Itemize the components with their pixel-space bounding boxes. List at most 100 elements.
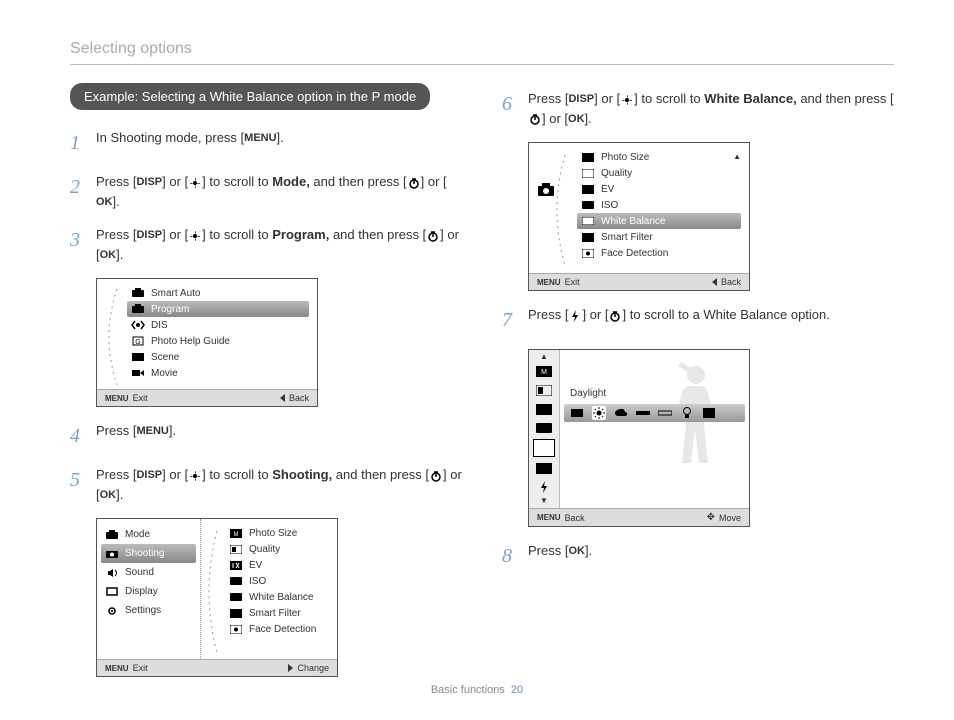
help-icon: G xyxy=(131,335,145,347)
photo-size-icon xyxy=(581,151,595,163)
step-2: 2 Press [DISP] or [] to scroll to Mode, … xyxy=(70,172,462,211)
quality-icon xyxy=(534,382,554,398)
list-item: White Balance xyxy=(249,592,313,603)
flower-icon xyxy=(620,94,634,106)
ok-button-label: OK xyxy=(96,194,113,211)
left-arrow-icon xyxy=(280,394,285,402)
timer-icon xyxy=(429,470,443,482)
ev-icon xyxy=(534,401,554,417)
page-footer: Basic functions 20 xyxy=(0,684,954,696)
menu-button-label: MENU xyxy=(244,130,276,147)
awb-icon xyxy=(570,406,584,420)
step-number: 5 xyxy=(70,465,96,504)
list-item: Quality xyxy=(249,544,280,555)
menu-label: MENU xyxy=(105,664,129,673)
step-number: 8 xyxy=(502,541,528,571)
list-item: EV xyxy=(249,560,262,571)
iso-icon xyxy=(581,199,595,211)
flash-off-icon xyxy=(534,479,554,495)
smart-filter-icon xyxy=(581,231,595,243)
smart-auto-icon xyxy=(131,287,145,299)
list-item: Quality xyxy=(601,168,632,179)
movie-icon xyxy=(131,367,145,379)
flower-icon xyxy=(188,177,202,189)
timer-icon xyxy=(426,230,440,242)
wb-option-screenshot: ▲ M ▼ Daylight MENU Back✥ Move xyxy=(528,349,750,527)
list-item: Photo Size xyxy=(249,528,297,539)
menu-label: MENU xyxy=(537,278,561,287)
smart-filter-icon xyxy=(534,460,554,476)
list-item: Sound xyxy=(125,567,154,578)
shooting-icon xyxy=(105,548,119,560)
custom-wb-icon xyxy=(702,406,716,420)
step-6: 6 Press [DISP] or [] to scroll to White … xyxy=(502,89,894,128)
step-8: 8 Press [OK]. xyxy=(502,541,894,571)
menu-label: MENU xyxy=(105,394,129,403)
timer-icon xyxy=(528,113,542,125)
display-icon xyxy=(105,586,119,598)
program-icon xyxy=(131,303,145,315)
dis-icon xyxy=(131,319,145,331)
list-item: Face Detection xyxy=(249,624,316,635)
iso-icon xyxy=(229,575,243,587)
cloudy-icon xyxy=(614,406,628,420)
list-item: EV xyxy=(601,184,614,195)
step-4: 4 Press [MENU]. xyxy=(70,421,462,451)
list-item: Scene xyxy=(151,352,179,363)
step-number: 2 xyxy=(70,172,96,211)
flower-icon xyxy=(188,230,202,242)
mode-menu-screenshot: Smart Auto Program DIS GPhoto Help Guide… xyxy=(96,278,318,407)
quality-icon xyxy=(229,543,243,555)
disp-button-label: DISP xyxy=(568,91,594,108)
step-5: 5 Press [DISP] or [] to scroll to Shooti… xyxy=(70,465,462,504)
face-detection-icon xyxy=(229,623,243,635)
quality-icon xyxy=(581,167,595,179)
list-item: Settings xyxy=(125,605,161,616)
list-item: Photo Help Guide xyxy=(151,336,230,347)
list-item: Face Detection xyxy=(601,248,668,259)
smart-filter-icon xyxy=(229,607,243,619)
example-callout: Example: Selecting a White Balance optio… xyxy=(70,83,430,110)
white-balance-icon xyxy=(581,215,595,227)
ok-button-label: OK xyxy=(568,543,585,560)
list-item: Smart Filter xyxy=(601,232,653,243)
ok-button-label: OK xyxy=(568,111,585,128)
tungsten-icon xyxy=(680,406,694,420)
step-1: 1 In Shooting mode, press [MENU]. xyxy=(70,128,462,158)
list-item: Photo Size xyxy=(601,152,649,163)
white-balance-icon xyxy=(533,439,555,457)
left-arrow-icon xyxy=(712,278,717,286)
ok-button-label: OK xyxy=(100,487,117,504)
list-item: Movie xyxy=(151,368,178,379)
list-item: Display xyxy=(125,586,158,597)
timer-icon xyxy=(608,310,622,322)
sound-icon xyxy=(105,567,119,579)
list-item: Shooting xyxy=(125,548,164,559)
step-number: 7 xyxy=(502,305,528,335)
menu-button-label: MENU xyxy=(136,423,168,440)
step-number: 1 xyxy=(70,128,96,158)
disp-button-label: DISP xyxy=(136,174,162,191)
svg-text:M: M xyxy=(234,532,239,538)
section-title: Selecting options xyxy=(70,40,894,65)
timer-icon xyxy=(407,177,421,189)
right-arrow-icon xyxy=(288,664,293,672)
svg-text:G: G xyxy=(135,339,140,346)
fluorescent-l-icon xyxy=(658,406,672,420)
photo-size-icon: M xyxy=(229,527,243,539)
list-item: Smart Auto xyxy=(151,288,200,299)
menu-label: MENU xyxy=(537,513,561,522)
list-item: ISO xyxy=(601,200,618,211)
step-7: 7 Press [] or [] to scroll to a White Ba… xyxy=(502,305,894,335)
svg-text:M: M xyxy=(541,369,547,376)
settings-icon xyxy=(105,605,119,617)
up-arrow-icon: ▲ xyxy=(540,354,548,360)
wb-menu-screenshot: Photo Size▲ Quality EV ISO White Balance… xyxy=(528,142,750,291)
list-item: ISO xyxy=(249,576,266,587)
white-balance-icon xyxy=(229,591,243,603)
step-3: 3 Press [DISP] or [] to scroll to Progra… xyxy=(70,225,462,264)
iso-icon xyxy=(534,420,554,436)
down-arrow-icon: ▼ xyxy=(540,498,548,504)
shooting-menu-screenshot: Mode Shooting Sound Display Settings MPh… xyxy=(96,518,338,677)
step-number: 4 xyxy=(70,421,96,451)
